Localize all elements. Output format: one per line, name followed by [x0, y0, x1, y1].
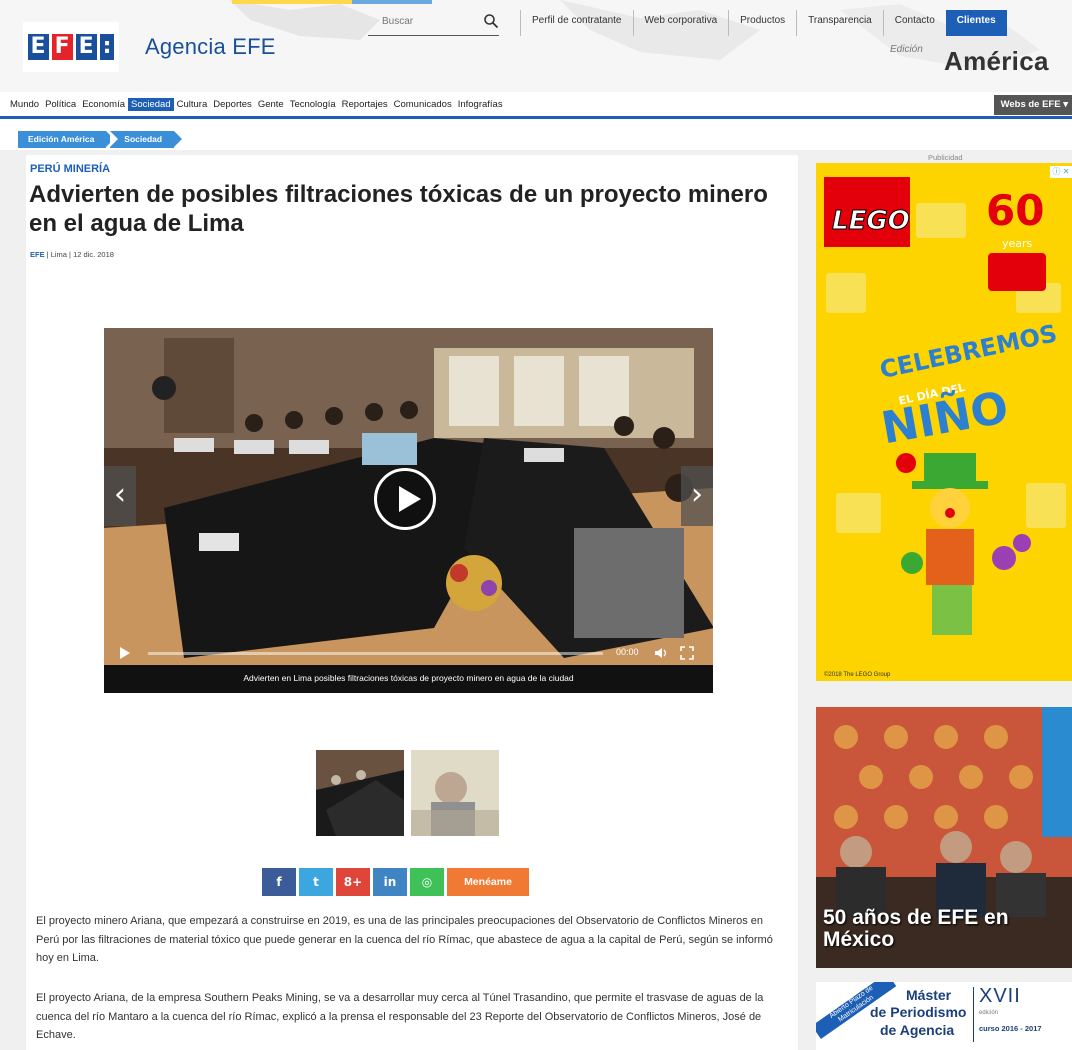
meneame-share-button[interactable]: Menéame — [447, 868, 529, 896]
thumbnail-image — [411, 750, 499, 836]
share-bar: f t 8+ in ◎ Menéame — [262, 868, 529, 896]
lego-ad[interactable]: LEGO 60 years CELEBREMOS EL DÍA DEL NIÑO… — [816, 163, 1072, 681]
article-byline: EFE | Lima | 12 dic. 2018 — [30, 250, 114, 259]
master-line-2: de Periodismo — [870, 1004, 967, 1020]
video-time: 00:00 — [616, 647, 639, 657]
breadcrumb: Edición América Sociedad — [18, 131, 182, 148]
thumbnail-image — [316, 750, 404, 836]
whatsapp-share-button[interactable]: ◎ — [410, 868, 444, 896]
byline-meta: | Lima | 12 dic. 2018 — [44, 250, 114, 259]
fullscreen-icon[interactable] — [680, 646, 694, 660]
lego-ad-artwork: LEGO 60 years CELEBREMOS EL DÍA DEL NIÑO — [816, 163, 1072, 681]
nav-item-comunicados[interactable]: Comunicados — [391, 98, 455, 111]
video-prev-arrow[interactable]: ‹ — [104, 466, 136, 526]
nav-item-sociedad[interactable]: Sociedad — [128, 98, 174, 111]
main-nav: Mundo Política Economía Sociedad Cultura… — [0, 92, 1072, 119]
facebook-share-button[interactable]: f — [262, 868, 296, 896]
video-progress-bar[interactable] — [148, 652, 603, 655]
efe-mexico-promo[interactable]: 50 años de EFE en México — [816, 707, 1072, 968]
efe-promo-title: 50 años de EFE en México — [823, 906, 1009, 951]
advertising-label: Publicidad — [928, 153, 963, 162]
article-title: Advierten de posibles filtraciones tóxic… — [29, 181, 768, 237]
toplink-perfil-contratante[interactable]: Perfil de contratante — [520, 10, 633, 36]
nav-item-economia[interactable]: Economía — [79, 98, 128, 111]
efe-logo[interactable]: E F E : Agencia EFE — [23, 22, 276, 72]
logo-mark: E F E : — [23, 22, 119, 72]
master-line-3: de Agencia — [880, 1022, 955, 1038]
logo-letter: E — [27, 34, 49, 60]
volume-icon[interactable] — [654, 646, 668, 660]
master-line-1: Máster — [906, 987, 952, 1003]
nav-items: Mundo Política Economía Sociedad Cultura… — [7, 98, 506, 111]
nav-item-deportes[interactable]: Deportes — [210, 98, 255, 111]
control-play-icon[interactable] — [120, 647, 130, 659]
edition-label: Edición — [890, 44, 923, 55]
master-periodismo-ad[interactable]: Abierto Plazo de Matriculación Máster de… — [816, 982, 1072, 1050]
nav-item-infografias[interactable]: Infografías — [455, 98, 506, 111]
edition-selector[interactable]: América — [944, 46, 1049, 77]
twitter-share-button[interactable]: t — [299, 868, 333, 896]
chevron-down-icon: ▾ — [1063, 99, 1068, 110]
site-header: E F E : Agencia EFE Perfil de contratant… — [0, 0, 1072, 92]
top-links: Perfil de contratante Web corporativa Pr… — [520, 10, 1007, 36]
search-icon[interactable] — [483, 13, 499, 29]
toplink-productos[interactable]: Productos — [728, 10, 796, 36]
master-edition-number: XVII — [979, 985, 1021, 1007]
video-controls: 00:00 — [104, 641, 713, 665]
nav-item-politica[interactable]: Política — [42, 98, 79, 111]
article-kicker[interactable]: PERÚ MINERÍA — [30, 163, 110, 175]
breadcrumb-sociedad[interactable]: Sociedad — [110, 131, 182, 148]
svg-text:60: 60 — [986, 186, 1044, 235]
gallery-thumbnail[interactable] — [411, 750, 499, 836]
nav-item-reportajes[interactable]: Reportajes — [339, 98, 391, 111]
nav-item-cultura[interactable]: Cultura — [174, 98, 211, 111]
nav-item-gente[interactable]: Gente — [255, 98, 287, 111]
webs-efe-label: Webs de EFE — [1000, 99, 1061, 110]
search-box — [368, 8, 499, 36]
toplink-contacto[interactable]: Contacto — [882, 10, 946, 36]
svg-text:years: years — [1002, 237, 1033, 250]
logo-letter: F — [51, 34, 73, 60]
clientes-button[interactable]: Clientes — [945, 10, 1007, 36]
article-paragraph: El proyecto Ariana, de la empresa Southe… — [36, 992, 764, 1041]
byline-source[interactable]: EFE — [30, 250, 45, 259]
nav-item-tecnologia[interactable]: Tecnología — [287, 98, 339, 111]
ad-close-icon[interactable]: ⓘ ✕ — [1050, 166, 1072, 178]
linkedin-share-button[interactable]: in — [373, 868, 407, 896]
nav-item-mundo[interactable]: Mundo — [7, 98, 42, 111]
svg-text:LEGO: LEGO — [832, 206, 910, 236]
toplink-web-corporativa[interactable]: Web corporativa — [632, 10, 729, 36]
article-paragraph: El proyecto minero Ariana, que empezará … — [36, 915, 773, 964]
divider — [973, 987, 974, 1042]
gallery-thumbnail[interactable] — [316, 750, 404, 836]
logo-letter: E — [75, 34, 97, 60]
breadcrumb-edicion[interactable]: Edición América — [18, 131, 115, 148]
logo-text: Agencia EFE — [145, 34, 276, 59]
logo-letter: : — [99, 34, 115, 60]
ad-copyright: ©2018 The LEGO Group — [824, 672, 891, 678]
webs-efe-dropdown[interactable]: Webs de EFE ▾ — [993, 95, 1072, 115]
toplink-transparencia[interactable]: Transparencia — [796, 10, 883, 36]
googleplus-share-button[interactable]: 8+ — [336, 868, 370, 896]
video-caption: Advierten en Lima posibles filtraciones … — [104, 665, 713, 693]
video-next-arrow[interactable]: › — [681, 466, 713, 526]
search-input[interactable] — [368, 8, 468, 34]
master-course-years: curso 2016 - 2017 — [979, 1024, 1042, 1033]
video-player[interactable]: ‹ › 00:00 Advierten en Lima posibles fil… — [104, 328, 713, 693]
master-edition-label: edición — [979, 1010, 999, 1016]
play-icon[interactable] — [374, 468, 436, 530]
